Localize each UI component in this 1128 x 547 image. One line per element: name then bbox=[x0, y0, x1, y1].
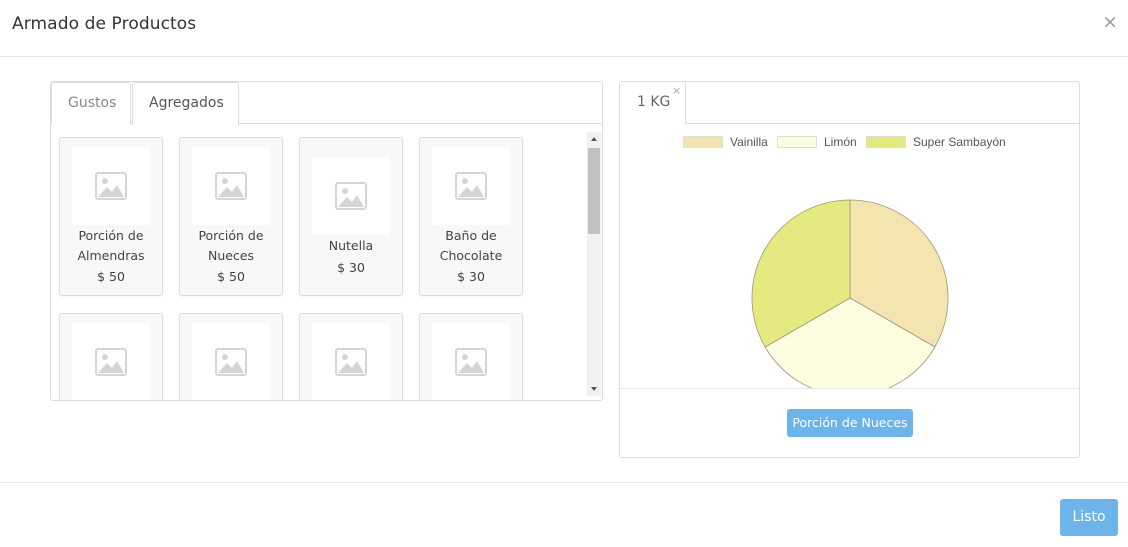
product-preview-panel: 1 KG × Vainilla Limón Super Sambayón Porci… bbox=[619, 81, 1080, 458]
image-placeholder-icon bbox=[335, 182, 367, 210]
product-card[interactable]: Porción de Nueces $ 50 bbox=[179, 137, 283, 296]
product-card[interactable] bbox=[299, 313, 403, 400]
product-thumbnail bbox=[432, 147, 510, 225]
modal-header: Armado de Productos × bbox=[0, 0, 1128, 57]
product-card[interactable]: Nutella $ 30 bbox=[299, 137, 403, 296]
product-thumbnail bbox=[312, 157, 390, 235]
product-grid: Porción de Almendras $ 50 Porción de Nueces $… bbox=[51, 124, 602, 400]
flavor-pie-chart bbox=[751, 199, 949, 388]
product-thumbnail bbox=[432, 323, 510, 400]
product-card[interactable] bbox=[179, 313, 283, 400]
close-tab-icon[interactable]: × bbox=[672, 85, 681, 96]
product-name-line2: Chocolate bbox=[439, 248, 503, 263]
size-tab-bar: 1 KG × bbox=[620, 82, 1079, 125]
tab-1kg[interactable]: 1 KG × bbox=[620, 82, 686, 125]
selected-addon-chip[interactable]: Porción de Nueces bbox=[787, 409, 913, 437]
product-name-line2: Almendras bbox=[77, 248, 145, 263]
product-thumbnail bbox=[192, 323, 270, 400]
product-thumbnail bbox=[72, 147, 150, 225]
image-placeholder-icon bbox=[215, 172, 247, 200]
scroll-down-arrow-icon[interactable] bbox=[587, 382, 601, 396]
image-placeholder-icon bbox=[335, 348, 367, 376]
product-thumbnail bbox=[72, 323, 150, 400]
product-thumbnail bbox=[312, 323, 390, 400]
product-price: $ 50 bbox=[217, 269, 245, 284]
image-placeholder-icon bbox=[215, 348, 247, 376]
product-card[interactable] bbox=[59, 313, 163, 400]
product-name: Porción de bbox=[198, 228, 264, 243]
product-card[interactable]: Porción de Almendras $ 50 bbox=[59, 137, 163, 296]
image-placeholder-icon bbox=[95, 348, 127, 376]
product-card[interactable]: Baño de Chocolate $ 30 bbox=[419, 137, 523, 296]
tab-gustos[interactable]: Gustos bbox=[51, 82, 131, 124]
product-name-line2: Nueces bbox=[207, 248, 255, 263]
scrollbar-thumb[interactable] bbox=[588, 148, 600, 234]
tab-1kg-label: 1 KG bbox=[637, 94, 671, 110]
product-thumbnail bbox=[192, 147, 270, 225]
image-placeholder-icon bbox=[455, 172, 487, 200]
product-name: Porción de bbox=[78, 228, 144, 243]
scroll-up-arrow-icon[interactable] bbox=[587, 132, 601, 146]
product-card[interactable] bbox=[419, 313, 523, 400]
product-price: $ 30 bbox=[457, 269, 485, 284]
tab-agregados[interactable]: Agregados bbox=[132, 82, 239, 125]
scrollbar[interactable] bbox=[587, 132, 601, 396]
image-placeholder-icon bbox=[95, 172, 127, 200]
done-button[interactable]: Listo bbox=[1060, 499, 1118, 536]
product-price: $ 50 bbox=[97, 269, 125, 284]
image-placeholder-icon bbox=[455, 348, 487, 376]
tab-bar: Gustos Agregados bbox=[51, 82, 602, 125]
divider bbox=[620, 388, 1079, 389]
close-icon[interactable]: × bbox=[1102, 13, 1118, 32]
product-selector-panel: Gustos Agregados Porción de Almendras $ 50… bbox=[50, 81, 603, 401]
modal-footer-divider bbox=[0, 482, 1128, 483]
product-name: Baño de bbox=[445, 228, 497, 243]
product-price: $ 30 bbox=[337, 260, 365, 275]
product-name: Nutella bbox=[328, 238, 374, 253]
modal-title: Armado de Productos bbox=[12, 14, 197, 34]
